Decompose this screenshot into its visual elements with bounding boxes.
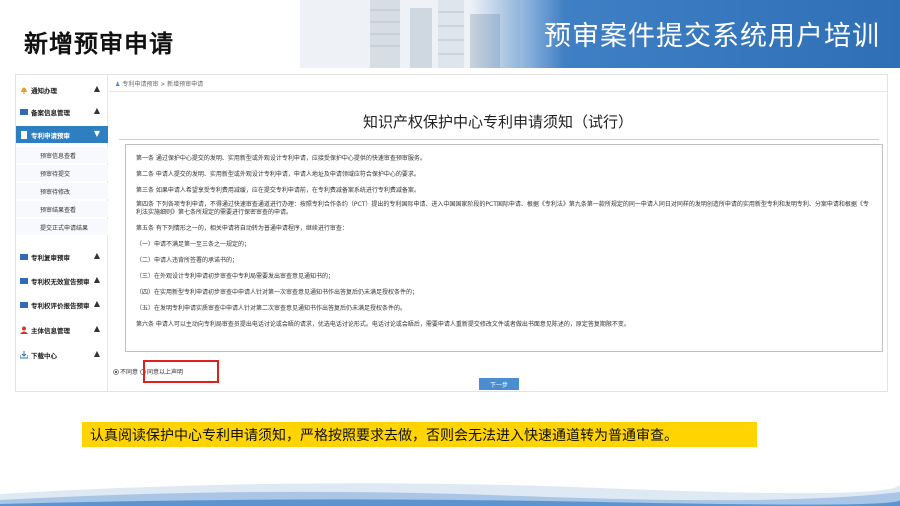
callout-highlight-box (143, 360, 219, 383)
chevron-up-icon: ▲ (93, 275, 100, 284)
chevron-up-icon: ▲ (93, 84, 100, 93)
sidebar-item-label: 专利复审预审 (31, 253, 70, 262)
sidebar-subitem-results[interactable]: 预审结果查看 (16, 201, 108, 217)
next-button[interactable]: 下一步 (479, 378, 519, 390)
slide-subtitle: 预审案件提交系统用户培训 (544, 21, 880, 52)
sidebar-item-reexam[interactable]: 专利复审预审 ▲ (16, 248, 108, 265)
sidebar-item-notifications[interactable]: 通知办理 ▲ (16, 81, 108, 98)
notice-clause: 第六条 申请人可以主动向专利局审查员提出电话讨论或会晤的请求，优选电话讨论形式。… (136, 321, 630, 328)
sidebar-subitem-formal-results[interactable]: 提交正式申请结果 (16, 219, 108, 235)
bell-icon (20, 86, 28, 94)
sidebar-item-label: 专利权无效宣告预审 (31, 277, 90, 286)
chevron-down-icon: ▼ (93, 129, 100, 138)
sidebar-item-patent-preexam[interactable]: 专利申请预审 ▼ (16, 126, 108, 143)
disagree-label: 不同意 (120, 369, 139, 376)
notice-clause: （二）申请人违背所签署的承诺书的； (136, 257, 239, 264)
sidebar-subitem-pending-submit[interactable]: 预审待提交 (16, 165, 108, 181)
chevron-up-icon: ▲ (93, 349, 100, 358)
notice-clause: 第二条 申请人提交的发明、实用新型或外观设计专利申请，申请人地址及申请领域应符合… (136, 171, 420, 178)
sidebar-item-entity[interactable]: 主体信息管理 ▲ (16, 321, 108, 338)
breadcrumb-text: 专利申请预审 > 新增预审申请 (122, 81, 204, 88)
sidebar-item-label: 下载中心 (31, 351, 57, 360)
bottom-wave-decoration (0, 483, 900, 506)
notice-clause: 第五条 有下列情形之一的，相关申请将自动转为普通申请程序，继续进行审查： (136, 225, 348, 232)
chevron-up-icon: ▲ (93, 106, 100, 115)
sidebar-subitem-pending-edit[interactable]: 预审待修改 (16, 183, 108, 199)
sidebar-item-label: 专利申请预审 (31, 131, 70, 140)
sidebar-item-label: 主体信息管理 (31, 326, 70, 335)
folder-icon (20, 277, 28, 285)
notice-clause: （三）在外观设计专利申请初步审查中专利局需要发出审查意见通知书的； (136, 273, 335, 280)
folder-icon (20, 301, 28, 309)
sidebar-subitem-view[interactable]: 预审信息查看 (16, 147, 108, 163)
notice-clause: （五）在发明专利申请实质审查中申请人针对第二次审查意见通知书作出答复后仍未满足授… (136, 305, 407, 312)
folder-icon (20, 253, 28, 261)
notice-clause: （一）申请不满足第一至三条之一规定的； (136, 241, 251, 248)
sidebar-item-evaluation[interactable]: 专利权评价报告预审 ▲ (16, 296, 108, 313)
main-content: ♟ 专利申请预审 > 新增预审申请 知识产权保护中心专利申请须知（试行） 第一条… (109, 75, 887, 391)
divider (109, 91, 887, 92)
notice-title: 知识产权保护中心专利申请须知（试行） (362, 113, 633, 131)
notice-body: 第一条 通过保护中心提交的发明、实用新型或外观设计专利申请，应接受保护中心提供的… (125, 144, 883, 352)
sidebar-item-invalidation[interactable]: 专利权无效宣告预审 ▲ (16, 272, 108, 289)
sidebar: 通知办理 ▲ 备案信息管理 ▲ 专利申请预审 ▼ 预审信息查看 预审待提交 预审… (16, 75, 108, 391)
disagree-radio[interactable] (113, 368, 119, 375)
chevron-up-icon: ▲ (93, 299, 100, 308)
slide-title: 新增预审申请 (24, 30, 174, 58)
notice-clause: （四）在实用新型专利申请初步审查中申请人针对第一次审查意见通知书作出答复后仍未满… (136, 289, 419, 296)
notice-clause: 第四条 下列各项专利申请，不得通过快速审查通道进行办理：按照专利合作条约（PCT… (136, 201, 869, 216)
folder-icon (20, 108, 28, 116)
home-icon: ♟ (115, 81, 121, 88)
sidebar-item-label: 专利权评价报告预审 (31, 301, 90, 310)
slide-header: 新增预审申请 预审案件提交系统用户培训 (0, 0, 900, 68)
chevron-up-icon: ▲ (93, 251, 100, 260)
notice-clause: 第三条 如果申请人希望享受专利费用减缓，应在提交专利申请前，在专利费减备案系统进… (136, 187, 420, 194)
user-icon (20, 326, 28, 334)
breadcrumb: ♟ 专利申请预审 > 新增预审申请 (115, 79, 203, 88)
sidebar-item-downloads[interactable]: 下载中心 ▲ (16, 346, 108, 363)
instruction-note: 认真阅读保护中心专利申请须知，严格按照要求去做，否则会无法进入快速通道转为普通审… (82, 422, 757, 447)
chevron-up-icon: ▲ (93, 324, 100, 333)
notice-clause: 第一条 通过保护中心提交的发明、实用新型或外观设计专利申请，应接受保护中心提供的… (136, 155, 426, 162)
divider (119, 139, 879, 140)
sidebar-item-label: 通知办理 (31, 86, 57, 95)
sidebar-item-label: 备案信息管理 (31, 108, 70, 117)
download-icon (19, 350, 29, 359)
app-screenshot: 通知办理 ▲ 备案信息管理 ▲ 专利申请预审 ▼ 预审信息查看 预审待提交 预审… (15, 74, 888, 392)
document-icon (20, 130, 28, 139)
sidebar-item-filing[interactable]: 备案信息管理 ▲ (16, 103, 108, 120)
